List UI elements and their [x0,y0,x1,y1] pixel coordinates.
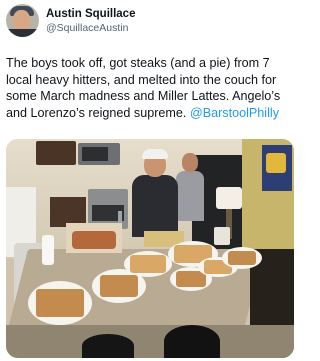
lamp-shade [216,187,242,209]
avatar[interactable] [6,4,39,37]
poster-logo [266,153,286,173]
tweet: Austin Squillace @SquillaceAustin The bo… [0,0,300,361]
tweet-header: Austin Squillace @SquillaceAustin [6,4,294,40]
bar-stool [164,325,220,358]
steak-sandwich [100,275,138,297]
cup [214,227,230,245]
pie [72,231,116,249]
person-front-cap [142,149,168,159]
author-names: Austin Squillace @SquillaceAustin [46,7,135,35]
paper-towel [42,235,54,265]
steak-sandwich [228,251,256,265]
steak-sandwich [36,289,84,317]
author-handle[interactable]: @SquillaceAustin [46,21,135,35]
counter-front [6,325,294,358]
steak-sandwich [176,271,206,287]
person-front-body [132,175,178,237]
avatar-shirt [6,29,39,37]
person-back-body [176,171,204,221]
bar-stool [82,334,134,358]
author-display-name[interactable]: Austin Squillace [46,7,135,21]
tweet-text: The boys took off, got steaks (and a pie… [6,55,296,121]
mention-link[interactable]: @BarstoolPhilly [190,106,279,120]
microwave-window [82,147,108,161]
avatar-face [13,10,30,30]
upper-cabinet [36,141,76,165]
person-back-head [182,153,198,172]
tweet-photo[interactable] [6,139,294,358]
steak-sandwich [130,255,166,273]
